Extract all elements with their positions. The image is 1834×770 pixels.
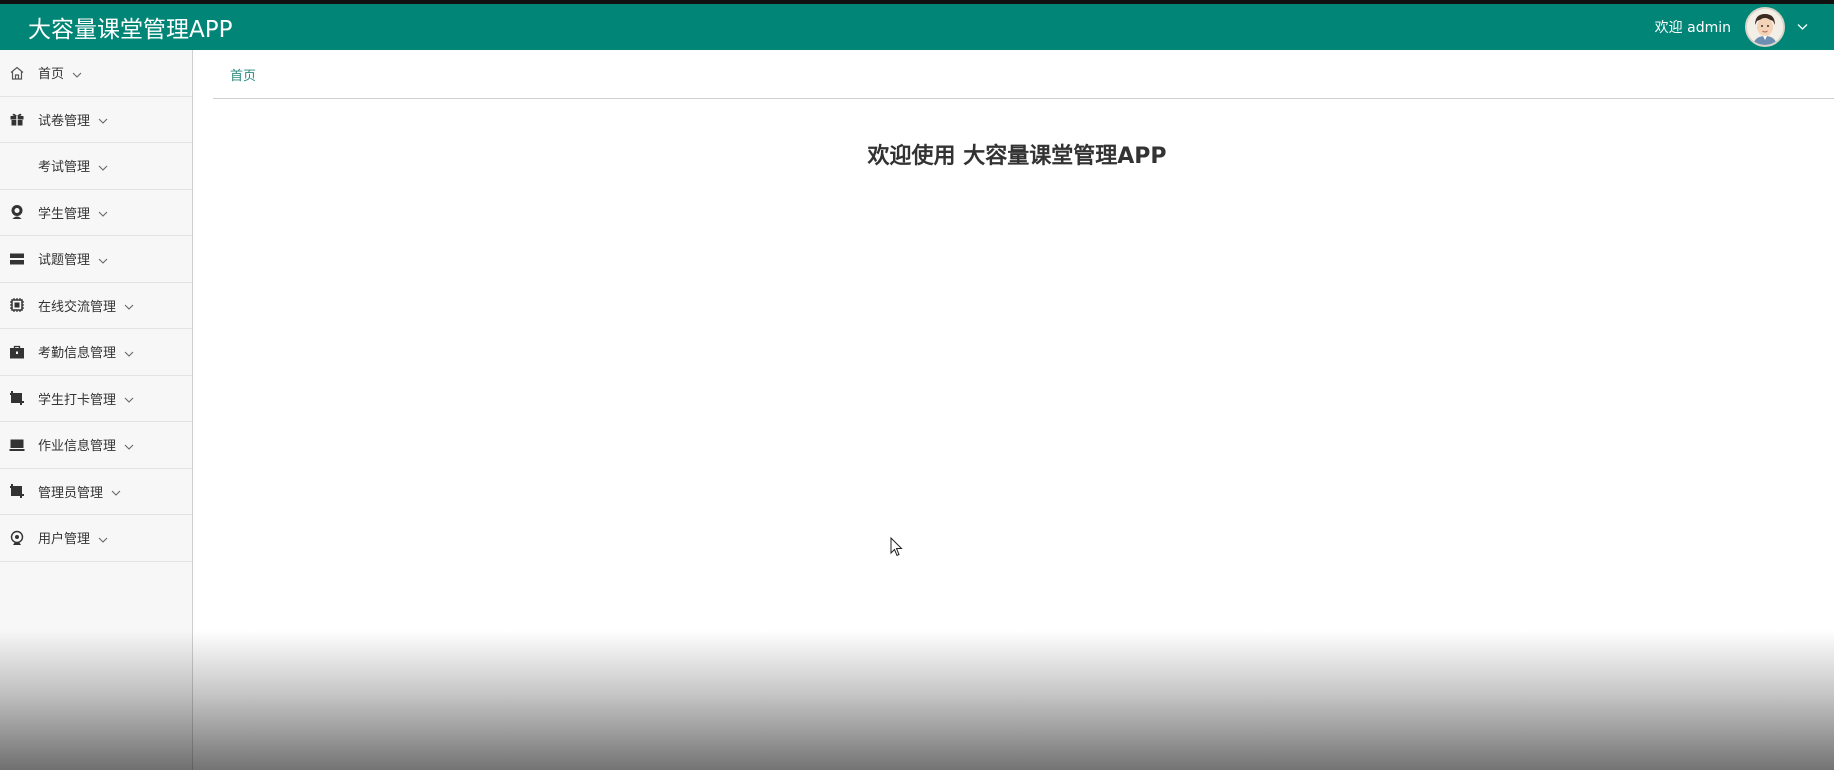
chevron-down-icon[interactable] bbox=[1797, 20, 1808, 34]
chevron-down-icon bbox=[72, 68, 82, 78]
sidebar-item-label: 试卷管理 bbox=[38, 113, 91, 129]
chevron-down-icon bbox=[98, 161, 108, 171]
chevron-down-icon bbox=[111, 486, 121, 497]
main-content: 首页 欢迎使用 大容量课堂管理APP bbox=[213, 50, 1834, 770]
chevron-down-icon bbox=[124, 347, 134, 357]
sidebar-item-questions[interactable]: 试题管理 bbox=[0, 236, 192, 283]
sidebar-item-attendance[interactable]: 考勤信息管理 bbox=[0, 329, 192, 376]
sidebar-item-students[interactable]: 学生管理 bbox=[0, 190, 192, 236]
app-title: 大容量课堂管理APP bbox=[28, 17, 233, 43]
chip-icon bbox=[8, 296, 26, 314]
briefcase-icon bbox=[8, 343, 26, 361]
student-icon bbox=[8, 203, 26, 221]
sidebar-item-home[interactable]: 首页 bbox=[0, 50, 192, 97]
sidebar-item-papers[interactable]: 试卷管理 bbox=[0, 97, 192, 143]
welcome-user-text: 欢迎 admin bbox=[1654, 20, 1731, 36]
laptop-icon bbox=[8, 436, 26, 454]
sidebar-item-exams[interactable]: 考试管理 bbox=[0, 143, 192, 190]
breadcrumb: 首页 bbox=[213, 50, 1834, 99]
sidebar-item-label: 作业信息管理 bbox=[38, 439, 117, 455]
user-avatar-icon[interactable] bbox=[1745, 7, 1785, 47]
sidebar-item-label: 管理员管理 bbox=[38, 485, 104, 501]
sidebar-item-label: 学生打卡管理 bbox=[38, 392, 117, 408]
sidebar-item-label: 在线交流管理 bbox=[38, 299, 117, 315]
crop-icon bbox=[8, 482, 26, 500]
sidebar-item-homework[interactable]: 作业信息管理 bbox=[0, 422, 192, 469]
page-title: 欢迎使用 大容量课堂管理APP bbox=[867, 144, 1167, 169]
sidebar-item-admins[interactable]: 管理员管理 bbox=[0, 469, 192, 515]
chevron-down-icon bbox=[124, 440, 134, 450]
home-icon bbox=[8, 64, 26, 82]
server-icon bbox=[8, 250, 26, 268]
sidebar-item-label: 试题管理 bbox=[38, 253, 91, 269]
sidebar-item-label: 考勤信息管理 bbox=[38, 346, 117, 362]
chevron-down-icon bbox=[98, 254, 108, 264]
chevron-down-icon bbox=[124, 300, 134, 311]
user-menu[interactable]: 欢迎 admin bbox=[1655, 7, 1834, 47]
mouse-cursor-icon bbox=[890, 536, 904, 561]
sidebar-item-users[interactable]: 用户管理 bbox=[0, 515, 192, 562]
sidebar-nav: 首页 试卷管理 考试管理 学生管理 试题管理 在线交流管理 考勤信息管理 学生打… bbox=[0, 50, 193, 770]
sidebar-item-label: 首页 bbox=[38, 67, 65, 83]
sidebar-item-online-chat[interactable]: 在线交流管理 bbox=[0, 283, 192, 329]
chevron-down-icon bbox=[98, 207, 108, 218]
sidebar-item-label: 考试管理 bbox=[38, 160, 91, 176]
top-header: 大容量课堂管理APP 欢迎 admin bbox=[0, 0, 1834, 50]
sidebar-item-label: 用户管理 bbox=[38, 532, 91, 548]
chevron-down-icon bbox=[98, 114, 108, 125]
sidebar-item-checkin[interactable]: 学生打卡管理 bbox=[0, 376, 192, 422]
webcam-icon bbox=[8, 529, 26, 547]
breadcrumb-home-link[interactable]: 首页 bbox=[230, 65, 256, 84]
chevron-down-icon bbox=[98, 533, 108, 543]
gift-icon bbox=[8, 110, 26, 128]
sidebar-item-label: 学生管理 bbox=[38, 206, 91, 222]
chevron-down-icon bbox=[124, 393, 134, 404]
crop-icon bbox=[8, 389, 26, 407]
